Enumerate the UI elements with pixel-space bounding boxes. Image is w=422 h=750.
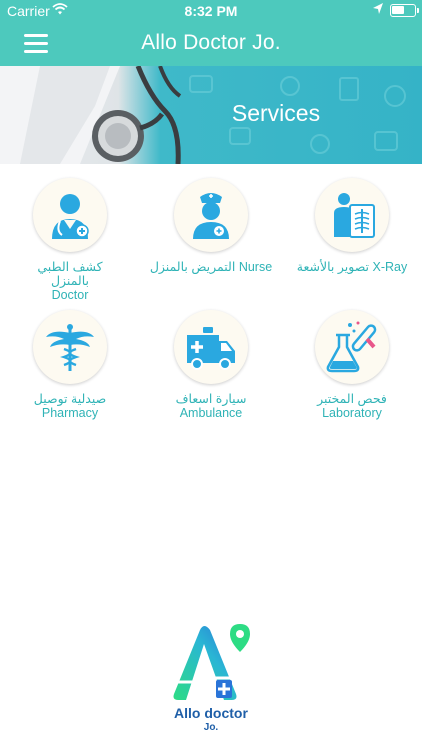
banner-title: Services [231, 100, 321, 126]
battery-icon [390, 4, 419, 17]
app-title: Allo Doctor Jo. [141, 31, 281, 54]
xray-icon [315, 178, 389, 252]
status-bar: Carrier 8:32 PM [0, 0, 422, 22]
service-label: تصوير بالأشعة X-Ray [296, 260, 408, 274]
service-doctor[interactable]: كشف الطبي بالمنزل Doctor [0, 178, 140, 302]
clock: 8:32 PM [184, 3, 238, 19]
nurse-icon [174, 178, 248, 252]
service-ambulance[interactable]: سيارة اسعاف Ambulance [141, 310, 281, 420]
service-xray[interactable]: تصوير بالأشعة X-Ray [282, 178, 422, 274]
service-nurse[interactable]: التمريض بالمنزل Nurse [141, 178, 281, 274]
service-label: فحص المختبر Laboratory [317, 392, 387, 420]
pharmacy-icon [33, 310, 107, 384]
ambulance-icon [174, 310, 248, 384]
service-label: سيارة اسعاف Ambulance [175, 392, 247, 420]
service-label: كشف الطبي بالمنزل Doctor [37, 260, 103, 302]
laboratory-icon [315, 310, 389, 384]
location-arrow-icon [372, 2, 384, 19]
doctor-icon [33, 178, 107, 252]
service-label: صيدلية توصيل Pharmacy [33, 392, 107, 420]
logo-sub-text: Jo. [203, 722, 219, 733]
service-label: التمريض بالمنزل Nurse [149, 260, 273, 274]
service-pharmacy[interactable]: صيدلية توصيل Pharmacy [0, 310, 140, 420]
service-laboratory[interactable]: فحص المختبر Laboratory [282, 310, 422, 420]
services-banner: Services [0, 66, 422, 164]
logo-brand-text: Allo doctor [174, 705, 248, 721]
navigation-bar: Carrier 8:32 PM Allo Doctor Jo. [0, 0, 422, 66]
